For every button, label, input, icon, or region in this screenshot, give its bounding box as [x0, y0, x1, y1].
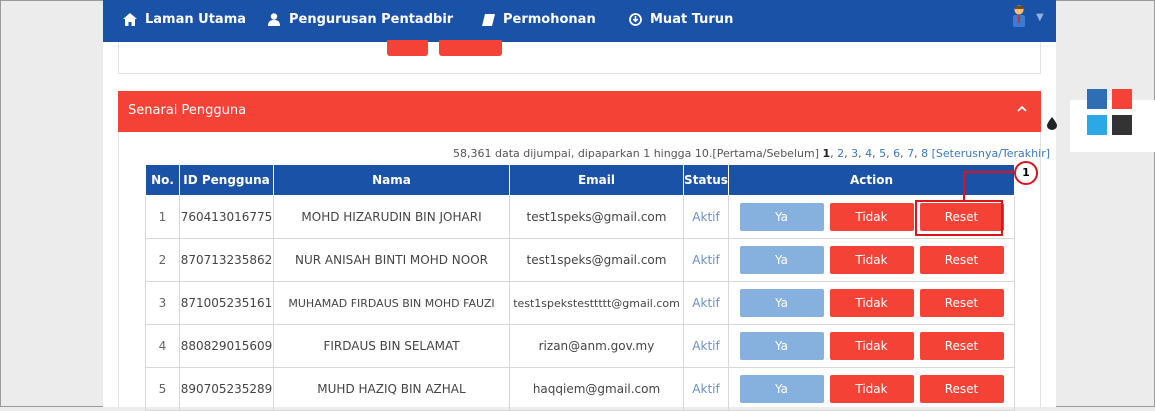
book-icon — [481, 13, 495, 27]
pager-current: 1 — [822, 147, 831, 160]
reset-button[interactable]: Reset — [919, 375, 1004, 403]
cell-nama: NUR ANISAH BINTI MOHD NOOR — [273, 238, 510, 282]
tidak-button[interactable]: Tidak — [829, 246, 914, 274]
callout-badge: 1 — [1014, 161, 1038, 185]
table-header-row: No. ID Pengguna Nama Email Status Action — [145, 164, 1015, 196]
nav-item-laman-utama[interactable]: Laman Utama — [123, 12, 246, 27]
table-row: 1 760413016775 MOHD HIZARUDIN BIN JOHARI… — [145, 195, 1015, 239]
cell-action: Ya Tidak Reset — [728, 238, 1015, 282]
cell-no: 5 — [145, 367, 180, 411]
cell-id: 870713235862 — [179, 238, 274, 282]
user-icon — [267, 13, 281, 27]
pager-first-prev: [Pertama/Sebelum] — [712, 147, 819, 160]
table-row: 4 880829015609 FIRDAUS BIN SELAMAT rizan… — [145, 324, 1015, 368]
cell-action: Ya Tidak Reset — [728, 281, 1015, 325]
droplet-icon[interactable] — [1047, 117, 1057, 133]
theme-swatch-dark[interactable] — [1112, 115, 1132, 135]
cell-email: haqqiem@gmail.com — [509, 367, 684, 411]
cell-status: Aktif — [683, 238, 729, 282]
ya-button[interactable]: Ya — [739, 246, 824, 274]
filter-card — [118, 40, 1041, 74]
cell-no: 3 — [145, 281, 180, 325]
user-menu-caret-icon[interactable]: ▼ — [1036, 12, 1044, 23]
filter-button-1[interactable] — [387, 40, 428, 56]
cell-action: Ya Tidak Reset — [728, 367, 1015, 411]
ya-button[interactable]: Ya — [739, 332, 824, 360]
user-table: No. ID Pengguna Nama Email Status Action… — [145, 164, 1015, 411]
cell-action: Ya Tidak Reset — [728, 324, 1015, 368]
table-row: 3 871005235161 MUHAMAD FIRDAUS BIN MOHD … — [145, 281, 1015, 325]
reset-highlight-box — [915, 200, 1003, 236]
theme-swatch-light-blue[interactable] — [1087, 115, 1107, 135]
pager-link[interactable]: 2 — [837, 147, 844, 160]
pager-link[interactable]: 6 — [893, 147, 900, 160]
pager-link[interactable]: 7 — [907, 147, 914, 160]
theme-swatch-red[interactable] — [1112, 89, 1132, 109]
reset-button[interactable]: Reset — [919, 289, 1004, 317]
col-header-id: ID Pengguna — [179, 164, 274, 196]
theme-swatch-blue[interactable] — [1087, 89, 1107, 109]
cell-id: 871005235161 — [179, 281, 274, 325]
cell-id: 880829015609 — [179, 324, 274, 368]
chevron-up-icon[interactable] — [1017, 101, 1027, 116]
nav-label: Laman Utama — [145, 12, 247, 27]
top-navbar: Laman Utama Pengurusan Pentadbir Permoho… — [103, 0, 1056, 42]
panel-header: Senarai Pengguna — [118, 91, 1041, 132]
col-header-email: Email — [509, 164, 684, 196]
tidak-button[interactable]: Tidak — [829, 375, 914, 403]
col-header-nama: Nama — [273, 164, 510, 196]
ya-button[interactable]: Ya — [739, 203, 824, 231]
nav-item-permohonan[interactable]: Permohonan — [481, 12, 596, 27]
cell-nama: MUHAMAD FIRDAUS BIN MOHD FAUZI — [273, 281, 510, 325]
pager-link[interactable]: 5 — [879, 147, 886, 160]
cell-no: 2 — [145, 238, 180, 282]
reset-button[interactable]: Reset — [919, 246, 1004, 274]
cell-status: Aktif — [683, 281, 729, 325]
pager-next-last[interactable]: [Seterusnya/Terakhir] — [932, 147, 1050, 160]
nav-item-pengurusan-pentadbir[interactable]: Pengurusan Pentadbir — [267, 12, 453, 27]
panel-title: Senarai Pengguna — [128, 103, 247, 118]
pager-link[interactable]: 8 — [921, 147, 928, 160]
pager-link[interactable]: 4 — [865, 147, 872, 160]
theme-picker — [1047, 89, 1155, 152]
pagination: 58,361 data dijumpai, dipaparkan 1 hingg… — [453, 147, 1051, 160]
col-header-action: Action — [728, 164, 1015, 196]
table-row: 5 890705235289 MUHD HAZIQ BIN AZHAL haqq… — [145, 367, 1015, 411]
pager-link[interactable]: 3 — [851, 147, 858, 160]
pager-summary: 58,361 data dijumpai, dipaparkan 1 hingg… — [453, 147, 713, 160]
callout-leader-line — [963, 171, 965, 201]
cell-status: Aktif — [683, 195, 729, 239]
col-header-status: Status — [683, 164, 729, 196]
cell-status: Aktif — [683, 367, 729, 411]
cell-email: test1speks@gmail.com — [509, 238, 684, 282]
nav-item-muat-turun[interactable]: Muat Turun — [628, 12, 733, 27]
cell-id: 890705235289 — [179, 367, 274, 411]
nav-label: Permohonan — [503, 12, 596, 27]
download-circle-icon — [628, 13, 642, 27]
col-header-no: No. — [145, 164, 180, 196]
cell-no: 1 — [145, 195, 180, 239]
ya-button[interactable]: Ya — [739, 375, 824, 403]
cell-no: 4 — [145, 324, 180, 368]
user-avatar-icon[interactable] — [1012, 5, 1026, 27]
home-icon — [123, 13, 137, 27]
cell-nama: MUHD HAZIQ BIN AZHAL — [273, 367, 510, 411]
tidak-button[interactable]: Tidak — [829, 289, 914, 317]
cell-email: rizan@anm.gov.my — [509, 324, 684, 368]
nav-label: Pengurusan Pentadbir — [289, 12, 454, 27]
cell-id: 760413016775 — [179, 195, 274, 239]
table-row: 2 870713235862 NUR ANISAH BINTI MOHD NOO… — [145, 238, 1015, 282]
callout-leader-line — [963, 171, 1014, 173]
cell-nama: FIRDAUS BIN SELAMAT — [273, 324, 510, 368]
filter-button-2[interactable] — [439, 40, 502, 56]
cell-email: test1speks@gmail.com — [509, 195, 684, 239]
nav-label: Muat Turun — [650, 12, 734, 27]
tidak-button[interactable]: Tidak — [829, 203, 914, 231]
cell-email: test1spekstesttttt@gmail.com — [509, 281, 684, 325]
reset-button[interactable]: Reset — [919, 332, 1004, 360]
tidak-button[interactable]: Tidak — [829, 332, 914, 360]
cell-status: Aktif — [683, 324, 729, 368]
cell-nama: MOHD HIZARUDIN BIN JOHARI — [273, 195, 510, 239]
ya-button[interactable]: Ya — [739, 289, 824, 317]
